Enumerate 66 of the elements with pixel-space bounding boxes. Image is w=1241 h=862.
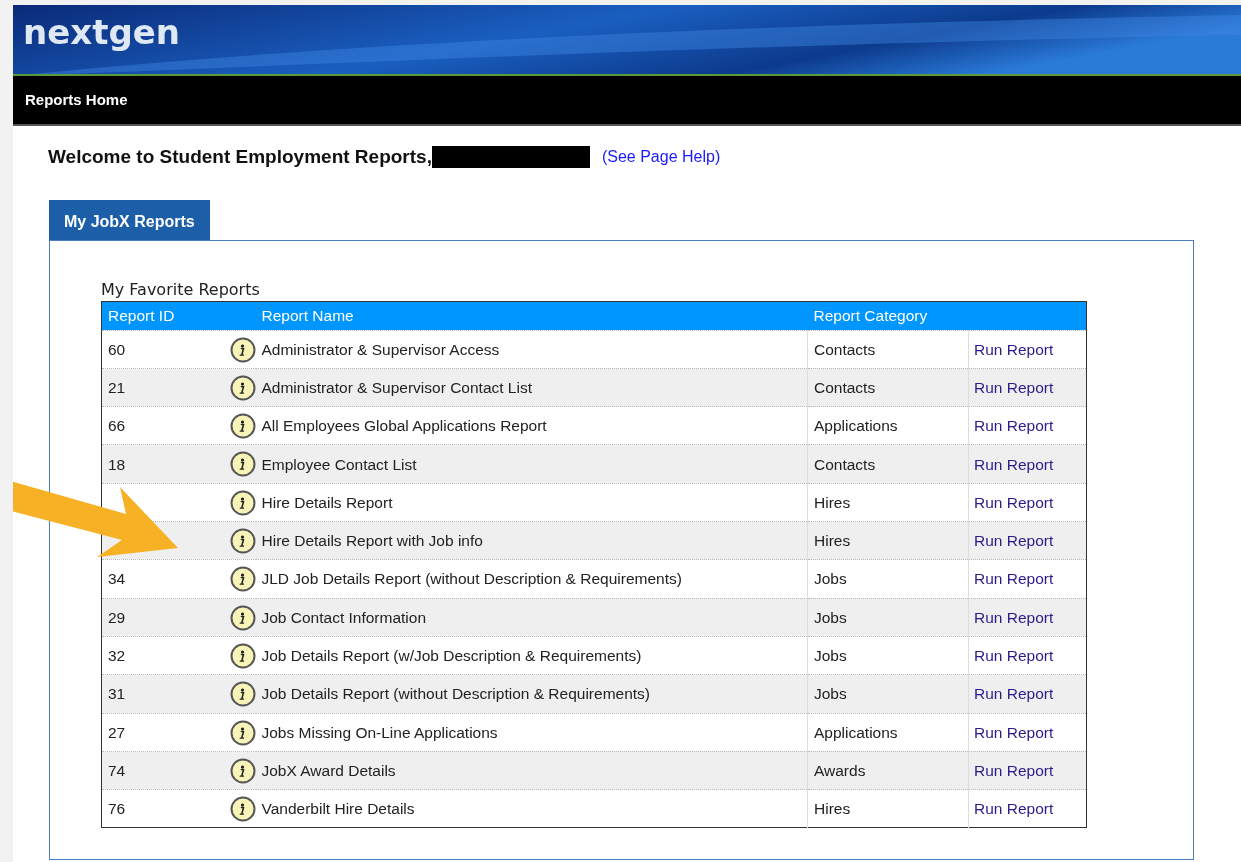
info-icon[interactable] [229,796,256,823]
info-icon[interactable] [229,604,256,631]
run-report-link[interactable]: Run Report [974,647,1054,664]
report-id: 29 [108,608,126,626]
tab[interactable]: My JobX Reports [49,200,210,240]
info-icon[interactable] [229,413,256,440]
logo: nextgen [23,15,181,49]
report-name: JLD Job Details Report (without Description & Requirements) [261,570,682,588]
info-icon[interactable] [229,719,256,746]
run-report-link[interactable]: Run Report [974,723,1054,741]
info-icon[interactable] [229,757,256,784]
welcome-heading: Welcome to Student Employment Reports, [48,144,432,169]
info-icon[interactable] [229,642,256,669]
nav-link[interactable]: Reports Home [25,88,128,112]
report-id: 76 [108,800,126,818]
report-category: Contacts [814,455,876,473]
report-category: Applications [814,723,898,741]
report-id: 21 [108,378,126,396]
info-icon[interactable] [229,451,256,478]
report-id: 27 [108,723,126,741]
report-id: 60 [108,340,126,358]
report-name: Vanderbilt Hire Details [261,800,415,818]
report-category: Hires [814,532,851,550]
column-header: Report Name [255,301,808,331]
report-name: Job Details Report (without Description & Requirements) [261,685,651,703]
report-id: 34 [108,570,126,588]
run-report-link[interactable]: Run Report [974,570,1054,588]
report-category: Awards [814,761,866,779]
report-name: Job Contact Information [261,608,427,626]
column-header: Report ID [101,301,256,331]
table-title: My Favorite Reports [101,281,261,299]
run-report-link[interactable]: Run Report [974,417,1054,435]
report-id: 74 [108,761,126,779]
info-icon[interactable] [229,489,256,516]
help-link[interactable]: (See Page Help) [601,145,721,169]
report-id: 18 [108,455,126,473]
report-category: Hires [814,493,851,511]
report-id: 31 [108,685,126,703]
report-name: Hire Details Report [261,493,393,511]
report-id: 32 [108,647,126,664]
info-icon[interactable] [229,336,256,363]
report-name: Jobs Missing On-Line Applications [261,723,498,741]
report-category: Jobs [814,570,847,588]
run-report-link[interactable]: Run Report [974,800,1054,818]
report-category: Jobs [814,647,847,664]
report-category: Hires [814,800,851,818]
report-id: 66 [108,417,126,435]
report-category: Contacts [814,340,876,358]
info-icon[interactable] [229,566,256,593]
column-header: Report Category [807,301,969,331]
report-name: Administrator & Supervisor Access [261,340,500,358]
info-icon[interactable] [229,681,256,708]
report-name: JobX Award Details [261,761,396,779]
report-category: Jobs [814,608,847,626]
run-report-link[interactable]: Run Report [974,493,1054,511]
report-category: Contacts [814,378,876,396]
info-icon[interactable] [229,528,256,555]
report-category: Applications [814,417,898,435]
report-name: All Employees Global Applications Report [261,417,547,435]
report-name: Administrator & Supervisor Contact List [261,378,532,396]
report-name: Employee Contact List [261,455,417,473]
info-icon[interactable] [229,374,256,401]
report-category: Jobs [814,685,847,703]
run-report-link[interactable]: Run Report [974,340,1054,358]
report-name: Job Details Report (w/Job Description & Requirements) [261,647,642,664]
report-name: Hire Details Report with Job info [261,532,483,550]
